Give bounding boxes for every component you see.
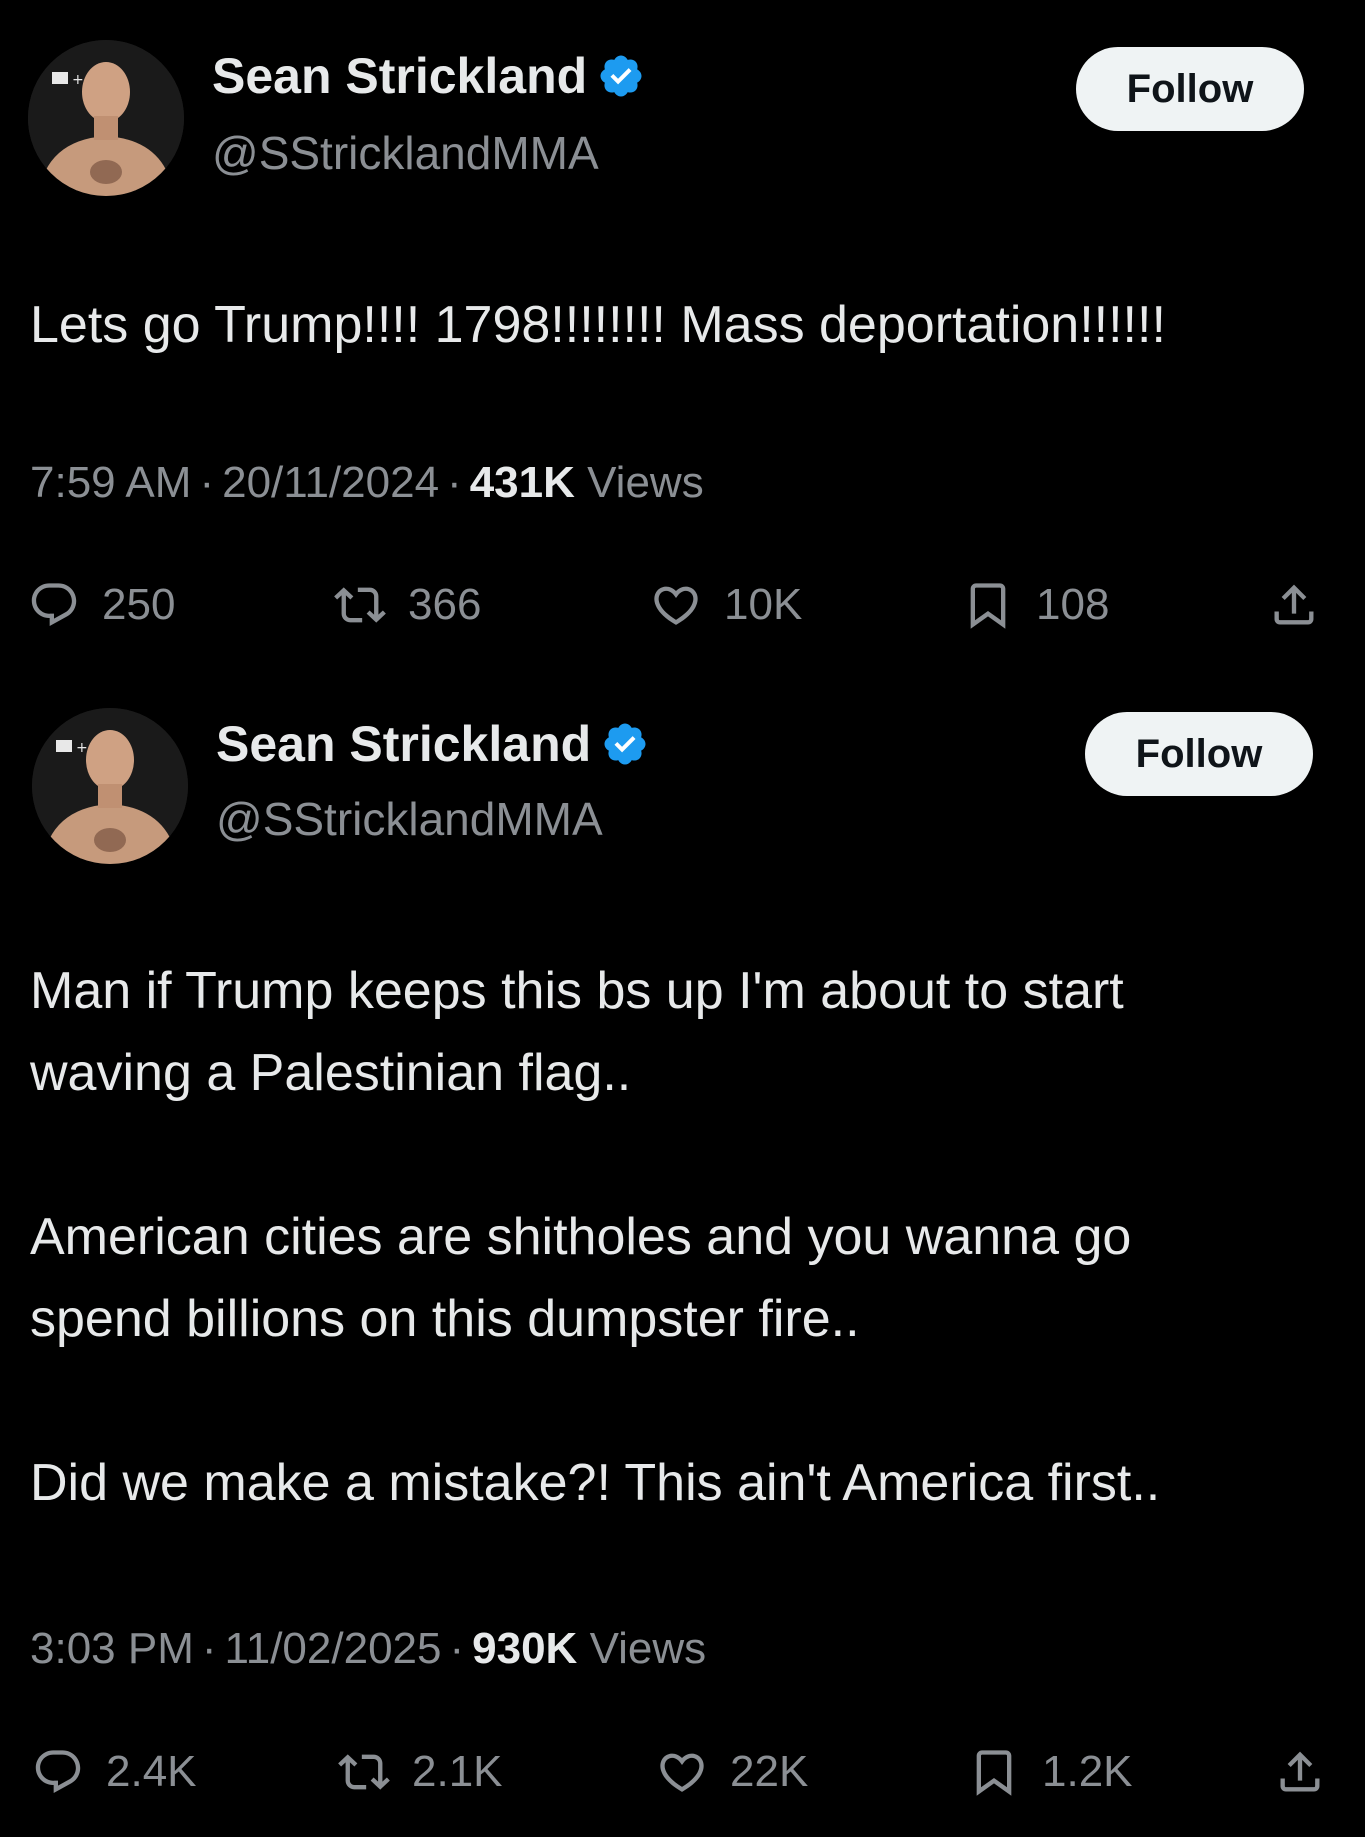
- svg-text:+: +: [76, 740, 88, 756]
- like-count: 22K: [730, 1747, 809, 1796]
- separator-dot: ·: [201, 1624, 217, 1673]
- views-label: Views: [587, 458, 704, 507]
- action-bar: 2.4K 2.1K 22K 1.2K: [0, 1737, 1365, 1807]
- bookmark-count: 1.2K: [1042, 1747, 1133, 1796]
- share-icon: [1274, 584, 1314, 625]
- repost-button[interactable]: 366: [334, 570, 481, 640]
- reply-count: 250: [102, 580, 176, 629]
- author-name-row: Sean Strickland: [212, 48, 645, 104]
- separator-dot: ·: [199, 458, 215, 507]
- bookmark-icon: [976, 1750, 1012, 1796]
- handle[interactable]: @SStricklandMMA: [212, 126, 599, 180]
- bookmark-button[interactable]: 108: [962, 570, 1109, 640]
- bookmark-icon: [970, 583, 1006, 629]
- share-button[interactable]: [1268, 570, 1320, 640]
- tweet-text-gap: [30, 1360, 1350, 1442]
- separator-dot: ·: [449, 1624, 465, 1673]
- bookmark-button[interactable]: 1.2K: [968, 1737, 1133, 1807]
- reply-button[interactable]: 2.4K: [32, 1737, 197, 1807]
- handle[interactable]: @SStricklandMMA: [216, 792, 603, 846]
- views-count: 930K: [472, 1624, 578, 1673]
- views-count: 431K: [469, 458, 575, 507]
- tweet-date[interactable]: 11/02/2025: [225, 1624, 442, 1673]
- verified-badge-icon: [600, 55, 642, 97]
- tweet-date[interactable]: 20/11/2024: [222, 458, 439, 507]
- share-icon: [1280, 1751, 1320, 1792]
- tweet-meta: 3:03 PM · 11/02/2025 · 930K Views: [30, 1624, 706, 1674]
- display-name[interactable]: Sean Strickland: [216, 715, 591, 773]
- svg-text:+: +: [72, 72, 84, 88]
- repost-icon: [338, 1754, 390, 1790]
- reply-icon: [35, 1750, 81, 1794]
- repost-icon: [334, 587, 386, 623]
- author-name-row: Sean Strickland: [216, 716, 649, 772]
- repost-count: 2.1K: [412, 1747, 503, 1796]
- tweet-text-line: spend billions on this dumpster fire..: [30, 1290, 860, 1348]
- bookmark-count: 108: [1036, 580, 1110, 629]
- like-button[interactable]: 22K: [656, 1737, 808, 1807]
- share-button[interactable]: [1274, 1737, 1326, 1807]
- avatar[interactable]: +: [28, 40, 184, 196]
- like-button[interactable]: 10K: [650, 570, 802, 640]
- like-icon: [654, 586, 698, 625]
- reply-count: 2.4K: [106, 1747, 197, 1796]
- tweet-text-line: waving a Palestinian flag..: [30, 1044, 632, 1102]
- verified-badge-icon: [604, 723, 646, 765]
- follow-button[interactable]: Follow: [1076, 47, 1304, 131]
- avatar[interactable]: +: [32, 708, 188, 864]
- like-icon: [660, 1753, 704, 1792]
- reply-button[interactable]: 250: [28, 570, 175, 640]
- like-count: 10K: [724, 580, 803, 629]
- tweet-text-line: Lets go Trump!!!! 1798!!!!!!!! Mass depo…: [30, 296, 1166, 354]
- repost-button[interactable]: 2.1K: [338, 1737, 503, 1807]
- separator-dot: ·: [447, 458, 462, 507]
- tweet-meta: 7:59 AM · 20/11/2024 · 431K Views: [30, 458, 704, 508]
- tweet-time[interactable]: 7:59 AM: [30, 458, 191, 507]
- tweet-time[interactable]: 3:03 PM: [30, 1624, 194, 1673]
- reply-icon: [31, 583, 77, 627]
- tweet-card: + Sean Strickland @SStricklandMMA Follow…: [0, 690, 1365, 1837]
- follow-button[interactable]: Follow: [1085, 712, 1313, 796]
- tweet-text-line: Did we make a mistake?! This ain't Ameri…: [30, 1454, 1161, 1512]
- display-name[interactable]: Sean Strickland: [212, 47, 587, 105]
- tweet-text-line: Man if Trump keeps this bs up I'm about …: [30, 962, 1124, 1020]
- tweet-text-line: American cities are shitholes and you wa…: [30, 1208, 1132, 1266]
- repost-count: 366: [408, 580, 482, 629]
- tweet-text-gap: [30, 1114, 1350, 1196]
- action-bar: 250 366 10K 108: [0, 570, 1365, 640]
- tweet-card: + Sean Strickland @SStricklandMMA Follow…: [0, 0, 1365, 690]
- tweet-text: Lets go Trump!!!! 1798!!!!!!!! Mass depo…: [30, 284, 1350, 366]
- views-label: Views: [589, 1624, 707, 1673]
- tweet-text: Man if Trump keeps this bs up I'm about …: [30, 950, 1350, 1524]
